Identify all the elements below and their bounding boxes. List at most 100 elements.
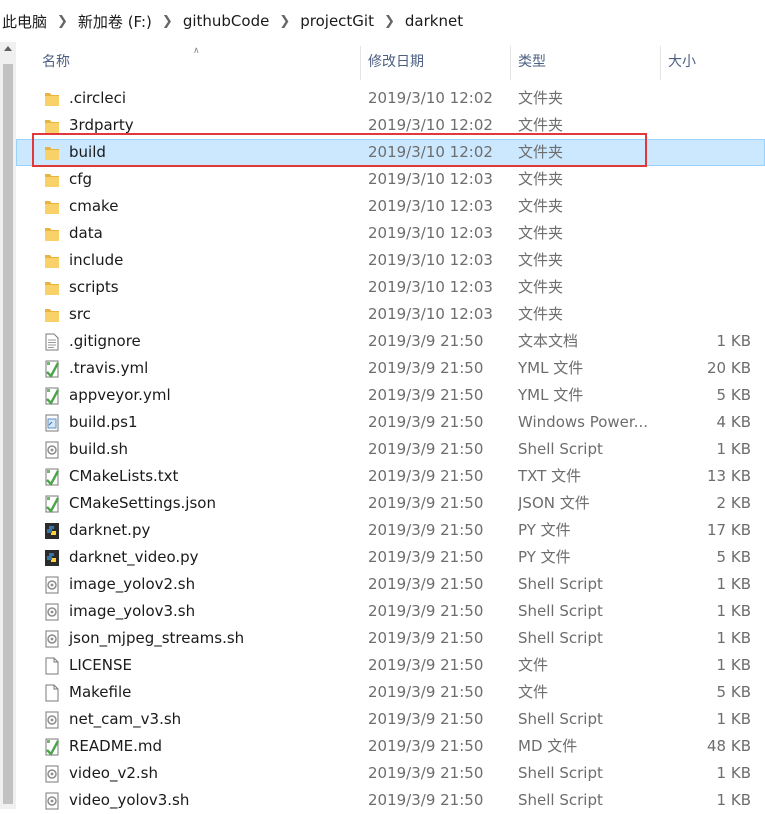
file-row[interactable]: data 2019/3/10 12:03 文件夹	[16, 220, 765, 247]
chevron-right-icon[interactable]: ❯	[273, 14, 296, 29]
chevron-right-icon[interactable]: ❯	[51, 14, 74, 29]
file-type: YML 文件	[518, 386, 584, 404]
vertical-scrollbar[interactable]	[0, 42, 16, 809]
file-row[interactable]: Makefile 2019/3/9 21:50 文件 5 KB	[16, 679, 765, 706]
file-row[interactable]: cmake 2019/3/10 12:03 文件夹	[16, 193, 765, 220]
file-row[interactable]: 3rdparty 2019/3/10 12:02 文件夹	[16, 112, 765, 139]
notepadpp-file-icon	[44, 468, 60, 486]
file-row[interactable]: .travis.yml 2019/3/9 21:50 YML 文件 20 KB	[16, 355, 765, 382]
file-size: 20 KB	[707, 359, 751, 377]
file-type: Shell Script	[518, 710, 603, 728]
file-date: 2019/3/9 21:50	[368, 548, 484, 566]
breadcrumb-item-githubcode[interactable]: githubCode	[179, 12, 274, 30]
file-date: 2019/3/9 21:50	[368, 467, 484, 485]
file-row[interactable]: build.ps1 2019/3/9 21:50 Windows Power... 4…	[16, 409, 765, 436]
file-type: 文件夹	[518, 305, 564, 323]
file-row[interactable]: scripts 2019/3/10 12:03 文件夹	[16, 274, 765, 301]
column-header-date[interactable]: 修改日期	[368, 42, 424, 82]
file-row[interactable]: include 2019/3/10 12:03 文件夹	[16, 247, 765, 274]
file-name: CMakeLists.txt	[69, 467, 179, 485]
breadcrumb-item-this-pc[interactable]: 此电脑	[0, 11, 51, 32]
shell-script-icon	[44, 441, 60, 459]
file-type: 文件夹	[518, 170, 564, 188]
file-row[interactable]: LICENSE 2019/3/9 21:50 文件 1 KB	[16, 652, 765, 679]
file-size: 1 KB	[716, 440, 751, 458]
file-name: 3rdparty	[69, 116, 134, 134]
breadcrumb: 此电脑 ❯ 新加卷 (F:) ❯ githubCode ❯ projectGit…	[0, 0, 765, 43]
file-type: Shell Script	[518, 602, 603, 620]
file-date: 2019/3/9 21:50	[368, 332, 484, 350]
file-row[interactable]: src 2019/3/10 12:03 文件夹	[16, 301, 765, 328]
file-date: 2019/3/10 12:03	[368, 251, 493, 269]
chevron-right-icon[interactable]: ❯	[378, 14, 401, 29]
file-row[interactable]: video_v2.sh 2019/3/9 21:50 Shell Script 1 K…	[16, 760, 765, 787]
shell-script-icon	[44, 603, 60, 621]
file-name: Makefile	[69, 683, 132, 701]
folder-icon	[44, 144, 60, 162]
column-header-type[interactable]: 类型	[518, 42, 546, 82]
file-row[interactable]: darknet_video.py 2019/3/9 21:50 PY 文件 5 KB	[16, 544, 765, 571]
file-name: .travis.yml	[69, 359, 149, 377]
column-divider[interactable]	[360, 46, 361, 80]
file-row[interactable]: .circleci 2019/3/10 12:02 文件夹	[16, 85, 765, 112]
file-type: 文件夹	[518, 278, 564, 296]
file-type: 文件夹	[518, 197, 564, 215]
file-row[interactable]: darknet.py 2019/3/9 21:50 PY 文件 17 KB	[16, 517, 765, 544]
scroll-up-arrow-icon[interactable]	[4, 46, 12, 51]
file-name: darknet_video.py	[69, 548, 199, 566]
shell-script-icon	[44, 792, 60, 810]
file-type: 文件	[518, 656, 549, 674]
file-date: 2019/3/9 21:50	[368, 629, 484, 647]
file-name: darknet.py	[69, 521, 151, 539]
file-row[interactable]: README.md 2019/3/9 21:50 MD 文件 48 KB	[16, 733, 765, 760]
blank-file-icon	[44, 684, 60, 702]
file-row[interactable]: json_mjpeg_streams.sh 2019/3/9 21:50 Shell…	[16, 625, 765, 652]
notepadpp-file-icon	[44, 738, 60, 756]
column-header-size[interactable]: 大小	[668, 42, 696, 82]
file-row-selected[interactable]: build 2019/3/10 12:02 文件夹	[16, 139, 765, 166]
file-type: Shell Script	[518, 575, 603, 593]
file-size: 1 KB	[716, 332, 751, 350]
breadcrumb-item-drive-f[interactable]: 新加卷 (F:)	[74, 11, 156, 32]
file-row[interactable]: video_yolov3.sh 2019/3/9 21:50 Shell Scrip…	[16, 787, 765, 814]
file-date: 2019/3/9 21:50	[368, 386, 484, 404]
file-type: 文件夹	[518, 224, 564, 242]
file-date: 2019/3/9 21:50	[368, 710, 484, 728]
file-row[interactable]: .gitignore 2019/3/9 21:50 文本文档 1 KB	[16, 328, 765, 355]
file-row[interactable]: CMakeLists.txt 2019/3/9 21:50 TXT 文件 13 KB	[16, 463, 765, 490]
file-size: 17 KB	[707, 521, 751, 539]
chevron-right-icon[interactable]: ❯	[156, 14, 179, 29]
column-divider[interactable]	[510, 46, 511, 80]
file-date: 2019/3/10 12:02	[368, 143, 493, 161]
file-name: data	[69, 224, 103, 242]
folder-icon	[44, 279, 60, 297]
file-size: 5 KB	[716, 386, 751, 404]
file-row[interactable]: net_cam_v3.sh 2019/3/9 21:50 Shell Script 1…	[16, 706, 765, 733]
folder-icon	[44, 306, 60, 324]
file-type: Windows Power...	[518, 413, 649, 431]
file-type: JSON 文件	[518, 494, 590, 512]
shell-script-icon	[44, 630, 60, 648]
file-row[interactable]: cfg 2019/3/10 12:03 文件夹	[16, 166, 765, 193]
file-name: cmake	[69, 197, 119, 215]
file-row[interactable]: CMakeSettings.json 2019/3/9 21:50 JSON 文件 2…	[16, 490, 765, 517]
file-name: net_cam_v3.sh	[69, 710, 182, 728]
file-row[interactable]: image_yolov2.sh 2019/3/9 21:50 Shell Scrip…	[16, 571, 765, 598]
file-row[interactable]: build.sh 2019/3/9 21:50 Shell Script 1 KB	[16, 436, 765, 463]
breadcrumb-item-projectgit[interactable]: projectGit	[296, 12, 378, 30]
file-date: 2019/3/9 21:50	[368, 737, 484, 755]
file-date: 2019/3/10 12:02	[368, 89, 493, 107]
file-name: build.ps1	[69, 413, 138, 431]
file-name: include	[69, 251, 124, 269]
breadcrumb-item-darknet[interactable]: darknet	[401, 12, 467, 30]
folder-icon	[44, 117, 60, 135]
file-date: 2019/3/9 21:50	[368, 494, 484, 512]
file-date: 2019/3/9 21:50	[368, 791, 484, 809]
file-row[interactable]: appveyor.yml 2019/3/9 21:50 YML 文件 5 KB	[16, 382, 765, 409]
file-size: 1 KB	[716, 791, 751, 809]
column-divider[interactable]	[660, 46, 661, 80]
file-row[interactable]: image_yolov3.sh 2019/3/9 21:50 Shell Scrip…	[16, 598, 765, 625]
column-header-name[interactable]: 名称	[42, 42, 70, 82]
file-date: 2019/3/9 21:50	[368, 413, 484, 431]
scrollbar-thumb[interactable]	[3, 64, 13, 804]
